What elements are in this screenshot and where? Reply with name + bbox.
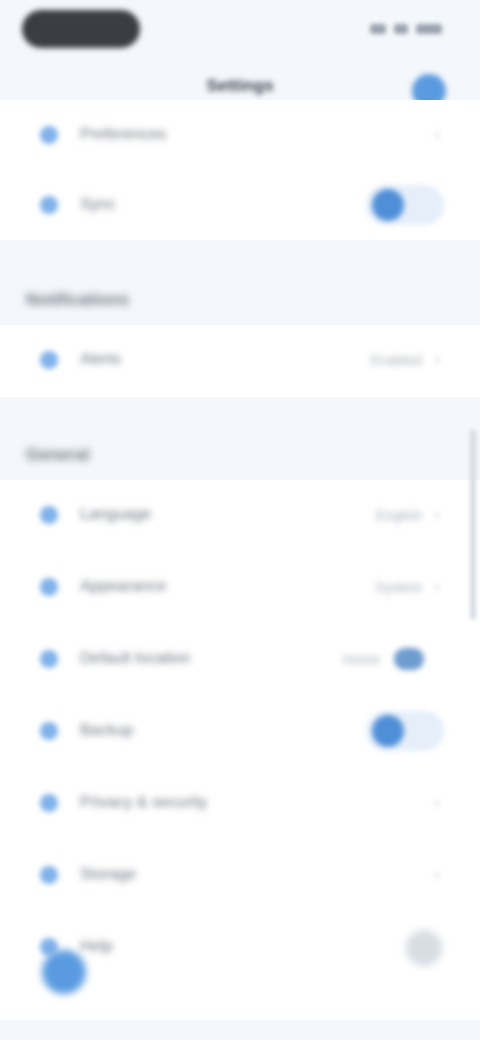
setting-icon [40,722,58,740]
mini-toggle[interactable] [394,648,424,670]
wifi-icon [394,24,408,34]
row-value: English [376,507,422,523]
row-value: Enabled [370,352,422,368]
toggle-knob [372,189,404,221]
sync-toggle[interactable] [366,185,444,225]
row-label: Alerts [80,351,121,368]
list-item[interactable]: Privacy & security › [0,768,480,838]
row-label: Storage [80,866,137,883]
row-label: Privacy & security [80,794,208,811]
settings-card-2: Alerts Enabled › [0,325,480,397]
backup-toggle[interactable] [366,711,444,751]
row-value: Home [342,651,380,667]
signal-icon [370,24,386,34]
list-item[interactable]: Preferences › [0,100,480,170]
setting-icon [40,506,58,524]
dynamic-island [22,10,140,48]
row-label: Backup [80,722,134,739]
status-bar [0,0,480,62]
list-item[interactable]: Sync [0,170,480,240]
list-item[interactable]: Default location Home [0,624,480,694]
settings-card-3: Language English › Appearance System › D… [0,480,480,1020]
list-item[interactable]: Appearance System › [0,552,480,622]
row-label: Default location [80,650,191,667]
row-value: System [375,579,422,595]
list-item[interactable]: Backup [0,696,480,766]
setting-icon [40,351,58,369]
help-icon[interactable] [406,930,442,966]
setting-icon [40,126,58,144]
list-item[interactable]: Language English › [0,480,480,550]
setting-icon [40,650,58,668]
list-item[interactable]: Alerts Enabled › [0,325,480,395]
chevron-right-icon: › [434,351,440,368]
section-title: Notifications [26,290,129,309]
page-title: Settings [206,76,274,95]
section-title: General [26,445,90,464]
row-label: Sync [80,196,116,213]
chevron-right-icon: › [434,578,440,595]
toggle-knob [372,715,404,747]
chevron-right-icon: › [434,794,440,811]
list-item[interactable]: Storage › [0,840,480,910]
chevron-right-icon: › [434,506,440,523]
setting-icon [40,866,58,884]
battery-icon [416,24,442,34]
setting-icon [40,578,58,596]
scrollbar[interactable] [470,430,476,620]
row-label: Help [80,938,113,955]
setting-icon [40,196,58,214]
setting-icon [40,794,58,812]
row-label: Language [80,506,152,523]
row-label: Preferences [80,126,167,143]
row-label: Appearance [80,578,167,595]
plus-icon[interactable] [42,950,86,994]
chevron-right-icon: › [434,126,440,143]
system-icons [370,24,442,34]
settings-screen: Settings Preferences › Sync Notification… [0,0,480,1040]
chevron-right-icon: › [434,866,440,883]
settings-card-1: Preferences › Sync [0,100,480,240]
